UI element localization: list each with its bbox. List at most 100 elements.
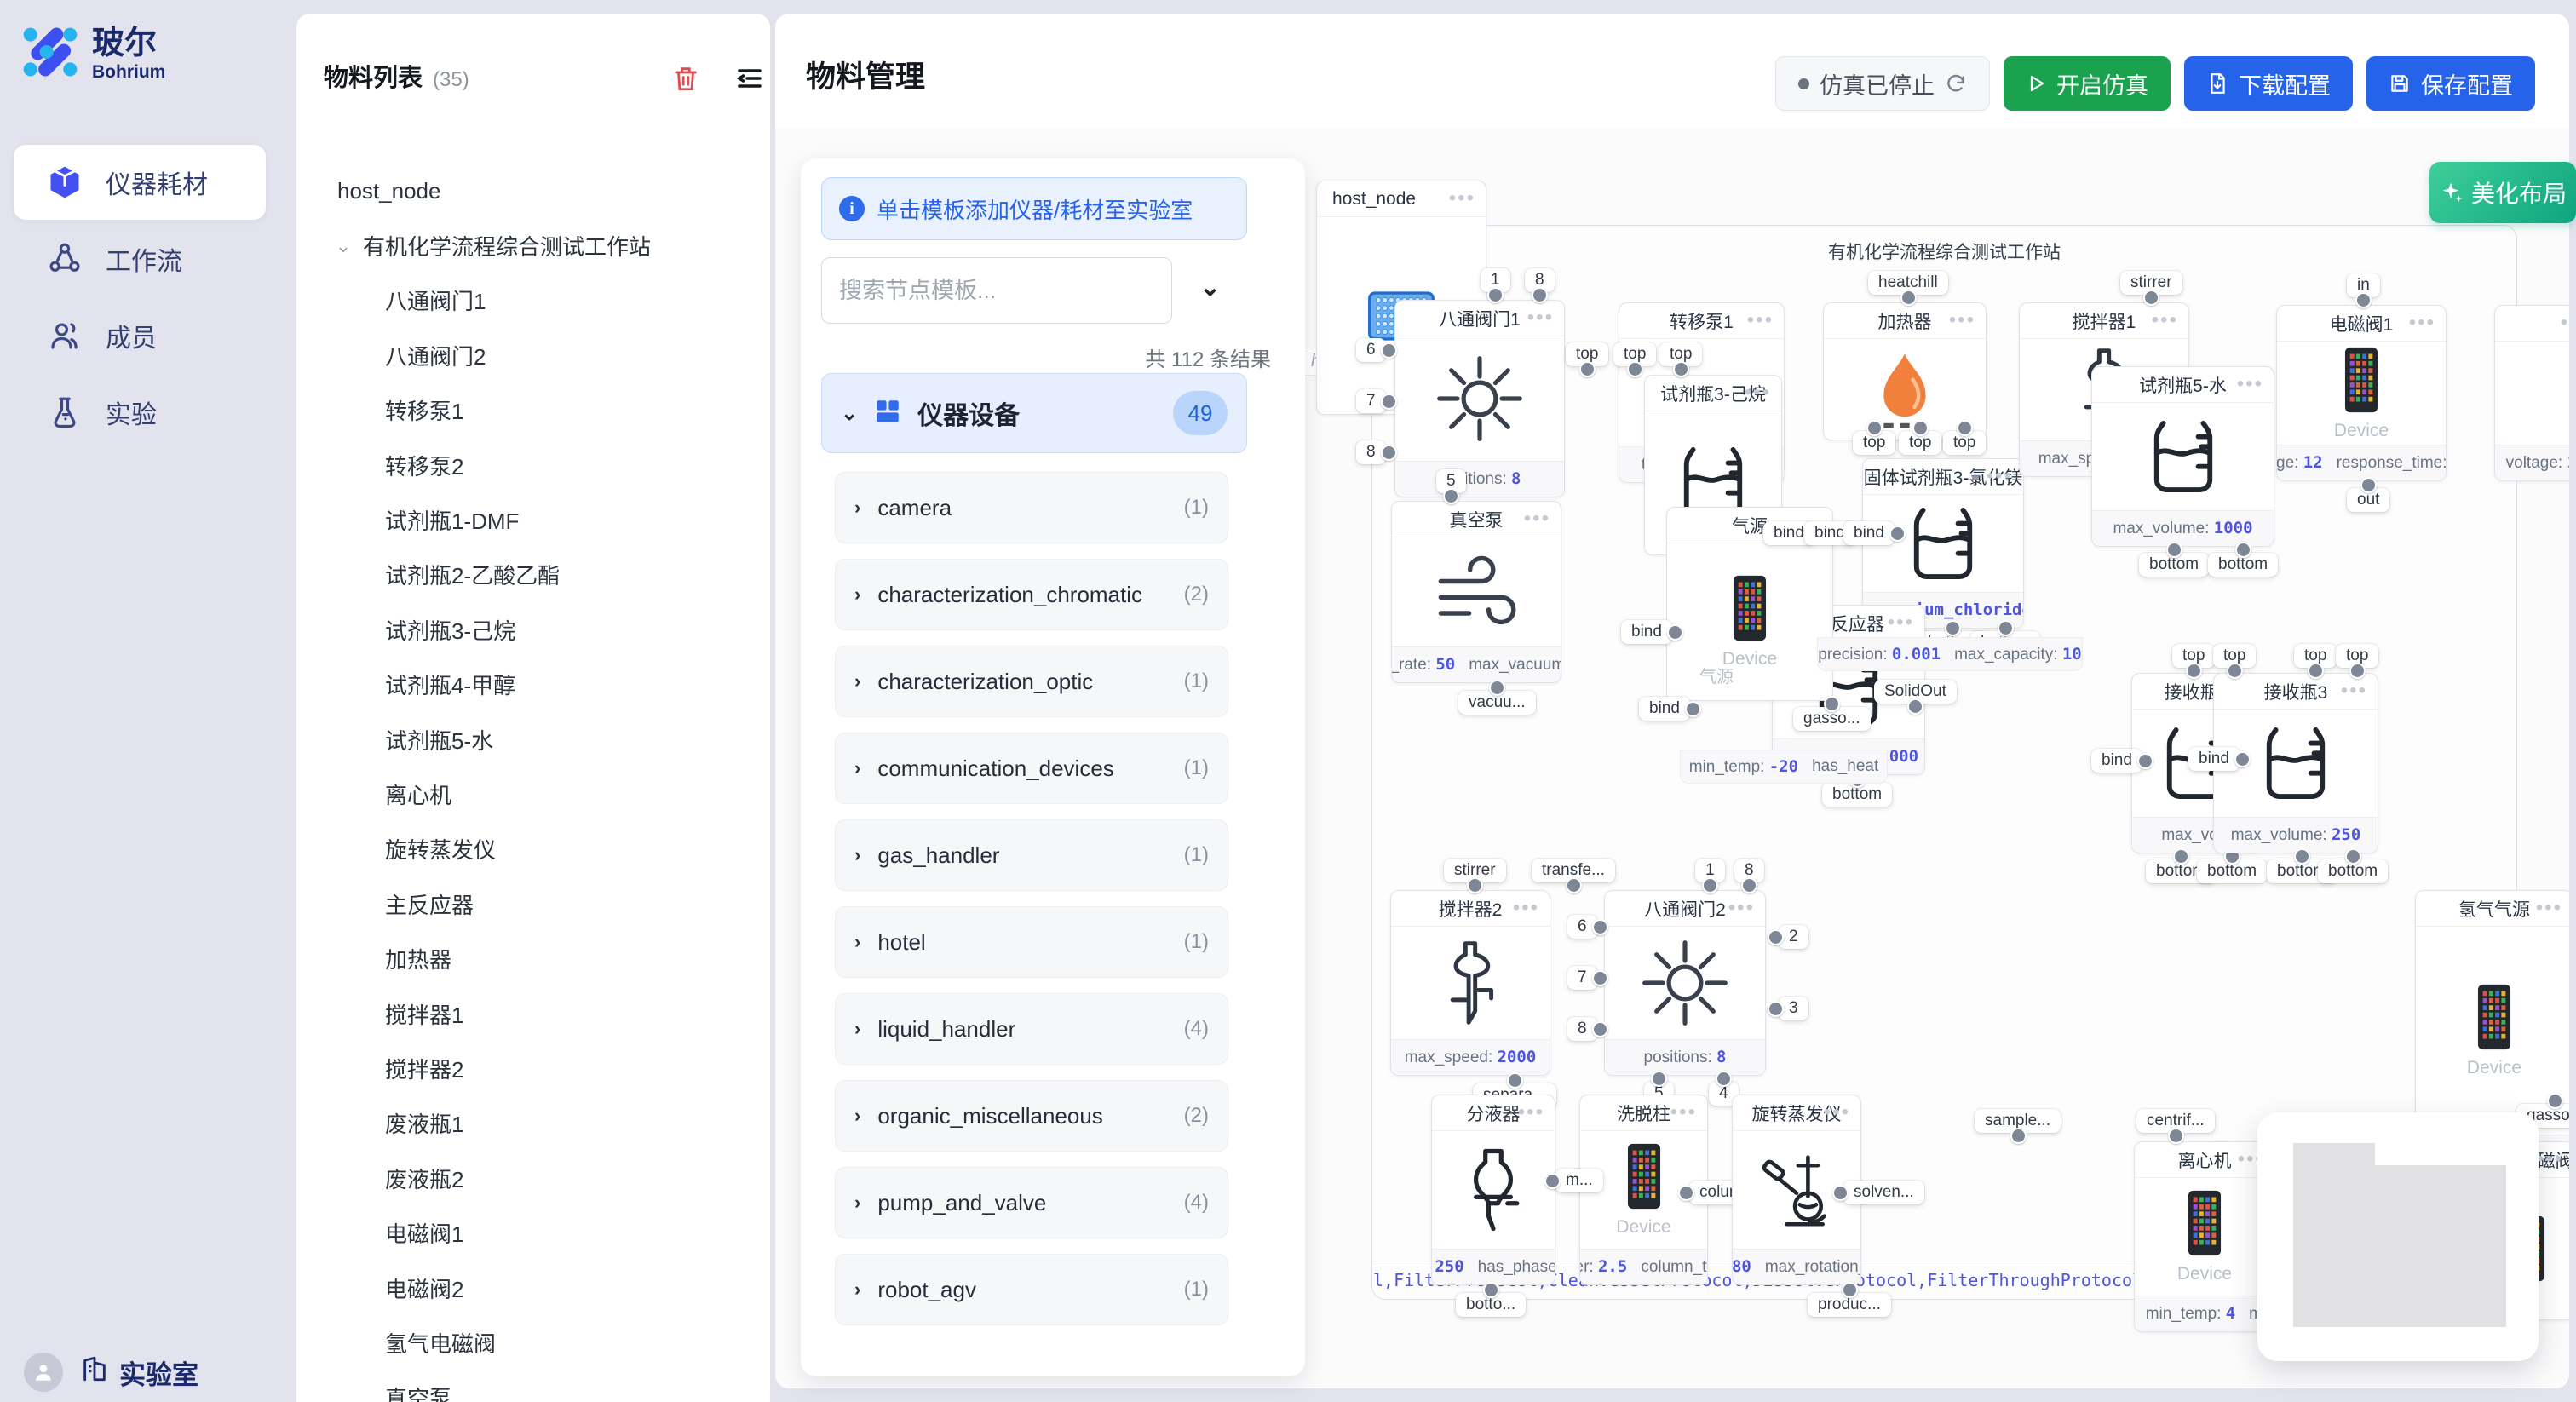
- search-input[interactable]: [821, 257, 1172, 324]
- port-label[interactable]: 8: [1734, 859, 1764, 882]
- port-label[interactable]: bottom: [2139, 553, 2209, 577]
- port-label[interactable]: sample...: [1975, 1109, 2061, 1133]
- port-label[interactable]: top: [2172, 644, 2215, 668]
- sim-status-pill[interactable]: 仿真已停止: [1775, 56, 1990, 111]
- port-label[interactable]: bind: [1639, 697, 1690, 721]
- tree-item-11[interactable]: 主反应器: [296, 876, 770, 931]
- port-label[interactable]: bottom: [2208, 553, 2278, 577]
- canvas-node-10[interactable]: •••voltage: 12: [2494, 305, 2569, 481]
- port-label[interactable]: top: [1659, 342, 1702, 366]
- port-label[interactable]: 1: [1481, 268, 1510, 292]
- canvas-node-试剂瓶5-水[interactable]: 试剂瓶5-水•••max_volume: 1000bottombottom: [2091, 366, 2274, 547]
- port-label[interactable]: gasso...: [1793, 707, 1871, 731]
- node-menu-icon[interactable]: •••: [1949, 308, 1975, 332]
- port-label[interactable]: stirrer: [1444, 859, 1506, 882]
- canvas-node-加热器[interactable]: 加热器•••heatchilltoptoptop: [1823, 302, 1987, 440]
- tree-item-station[interactable]: ⌄有机化学流程综合测试工作站: [296, 218, 770, 273]
- port-label[interactable]: in: [2347, 273, 2380, 297]
- delete-icon[interactable]: [671, 64, 700, 97]
- canvas-node-真空泵[interactable]: 真空泵•••pump_rate: 50max_vacuum: 0.1vacuu.…: [1391, 501, 1561, 683]
- port-label[interactable]: bottom: [2318, 859, 2388, 883]
- tree-item-4[interactable]: 试剂瓶1-DMF: [296, 492, 770, 547]
- node-menu-icon[interactable]: •••: [1747, 308, 1774, 332]
- port-label[interactable]: 7: [1356, 389, 1386, 413]
- collapse-list-icon[interactable]: [734, 63, 765, 98]
- start-simulation-button[interactable]: 开启仿真: [2004, 56, 2171, 111]
- port-label[interactable]: 8: [1356, 440, 1386, 464]
- tree-item-17[interactable]: 电磁阀1: [296, 1205, 770, 1260]
- tree-item-0[interactable]: 八通阀门1: [296, 273, 770, 328]
- port-label[interactable]: 2: [1779, 925, 1808, 949]
- port-label[interactable]: botto...: [1456, 1293, 1526, 1317]
- palette-group-organic_miscellaneous[interactable]: ›organic_miscellaneous(2): [835, 1080, 1228, 1152]
- palette-group-characterization_chromatic[interactable]: ›characterization_chromatic(2): [835, 559, 1228, 630]
- port-label[interactable]: 7: [1567, 966, 1597, 990]
- port-label[interactable]: bind: [2091, 749, 2142, 773]
- tree-item-15[interactable]: 废液瓶1: [296, 1096, 770, 1151]
- palette-group-characterization_optic[interactable]: ›characterization_optic(1): [835, 646, 1228, 717]
- port-label[interactable]: centrif...: [2136, 1109, 2215, 1133]
- canvas-node-接收瓶3[interactable]: 接收瓶3•••max_volume: 250bindbottombottom: [2213, 673, 2378, 853]
- node-menu-icon[interactable]: •••: [1728, 896, 1755, 920]
- port-label[interactable]: bind: [1843, 521, 1895, 545]
- port-label[interactable]: bottom: [2197, 859, 2267, 883]
- tree-item-19[interactable]: 氢气电磁阀: [296, 1315, 770, 1370]
- port-label[interactable]: produc...: [1808, 1293, 1891, 1317]
- tree-item-3[interactable]: 转移泵2: [296, 438, 770, 492]
- canvas-node-分液器[interactable]: 分液器•••volume: 250has_phases: truebotto..…: [1431, 1095, 1555, 1285]
- port-label[interactable]: bind: [1621, 620, 1672, 644]
- category-instruments[interactable]: ⌄ 仪器设备 49: [821, 373, 1247, 453]
- port-label[interactable]: top: [2213, 644, 2256, 668]
- sidebar-footer[interactable]: 实验室: [24, 1353, 198, 1392]
- beautify-layout-button[interactable]: 美化布局: [2429, 162, 2576, 223]
- node-menu-icon[interactable]: •••: [2341, 679, 2367, 703]
- port-label[interactable]: top: [2294, 644, 2337, 668]
- tree-item-16[interactable]: 废液瓶2: [296, 1151, 770, 1205]
- download-config-button[interactable]: 下载配置: [2184, 56, 2353, 111]
- sidebar-item-2[interactable]: 成员: [14, 298, 266, 373]
- port-label[interactable]: m...: [1555, 1169, 1603, 1192]
- tree-item-host-node[interactable]: host_node: [296, 164, 770, 218]
- palette-group-liquid_handler[interactable]: ›liquid_handler(4): [835, 993, 1228, 1065]
- preview-popup[interactable]: [2257, 1112, 2539, 1361]
- port-label[interactable]: top: [1566, 342, 1608, 366]
- sidebar-item-1[interactable]: 工作流: [14, 221, 266, 296]
- tree-item-9[interactable]: 离心机: [296, 767, 770, 821]
- port-label[interactable]: 6: [1356, 338, 1386, 362]
- tree-item-5[interactable]: 试剂瓶2-乙酸乙酯: [296, 548, 770, 602]
- node-menu-icon[interactable]: •••: [2537, 1147, 2563, 1171]
- avatar[interactable]: [24, 1353, 63, 1392]
- tree-item-2[interactable]: 转移泵1: [296, 383, 770, 438]
- port-label[interactable]: 3: [1779, 997, 1808, 1020]
- port-label[interactable]: 8: [1567, 1017, 1597, 1041]
- palette-group-hotel[interactable]: ›hotel(1): [835, 906, 1228, 978]
- tree-item-12[interactable]: 加热器: [296, 931, 770, 985]
- save-config-button[interactable]: 保存配置: [2366, 56, 2535, 111]
- port-label[interactable]: top: [1943, 431, 1986, 455]
- palette-group-robot_agv[interactable]: ›robot_agv(1): [835, 1254, 1228, 1325]
- canvas-node-旋转蒸发仪[interactable]: 旋转蒸发仪•••temp: 180max_rotation_speed:prod…: [1732, 1095, 1861, 1285]
- palette-collapse-icon[interactable]: ⌄: [1199, 273, 1221, 302]
- port-label[interactable]: top: [1853, 431, 1895, 455]
- node-menu-icon[interactable]: •••: [1518, 1100, 1544, 1124]
- port-label[interactable]: top: [1613, 342, 1656, 366]
- node-menu-icon[interactable]: •••: [2237, 372, 2263, 396]
- node-menu-icon[interactable]: •••: [1449, 187, 1475, 210]
- port-label[interactable]: vacuu...: [1458, 691, 1536, 715]
- port-label[interactable]: bottom: [1822, 783, 1892, 807]
- node-menu-icon[interactable]: •••: [1987, 464, 2013, 488]
- port-label[interactable]: 8: [1525, 268, 1555, 292]
- tree-item-20[interactable]: 真空泵: [296, 1370, 770, 1402]
- palette-group-pump_and_valve[interactable]: ›pump_and_valve(4): [835, 1167, 1228, 1238]
- node-menu-icon[interactable]: •••: [1745, 381, 1771, 405]
- node-menu-icon[interactable]: •••: [1888, 611, 1914, 635]
- tree-item-10[interactable]: 旋转蒸发仪: [296, 822, 770, 876]
- canvas-node-八通阀门2[interactable]: 八通阀门2•••positions: 8transfe...186782354: [1604, 890, 1766, 1076]
- canvas-node-八通阀门1[interactable]: 八通阀门1•••positions: 818678: [1394, 300, 1565, 497]
- port-label[interactable]: 5: [1436, 469, 1466, 493]
- node-menu-icon[interactable]: •••: [2536, 896, 2562, 920]
- lab-label[interactable]: 实验室: [119, 1353, 198, 1392]
- tree-item-13[interactable]: 搅拌器1: [296, 986, 770, 1041]
- node-menu-icon[interactable]: •••: [1670, 1100, 1697, 1124]
- port-label[interactable]: 6: [1567, 915, 1597, 939]
